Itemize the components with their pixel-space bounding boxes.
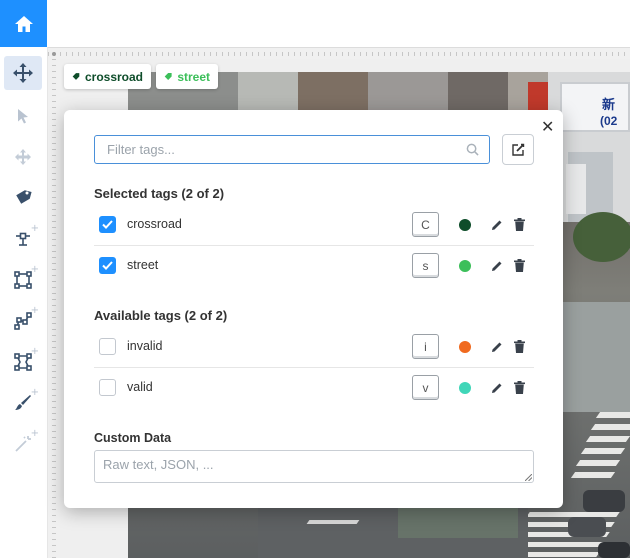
edit-tags-button[interactable]: [502, 134, 534, 165]
selected-tags-heading: Selected tags (2 of 2): [94, 186, 225, 201]
tag-color-swatch[interactable]: [459, 341, 471, 353]
filter-tags-input[interactable]: [105, 136, 469, 163]
editor-toolbar: + + + + + +: [0, 47, 48, 558]
applied-tag-crossroad[interactable]: crossroad: [64, 64, 151, 89]
plus-icon: +: [30, 346, 39, 357]
pan-icon: [15, 149, 31, 165]
tag-color-swatch[interactable]: [459, 260, 471, 272]
tag-name: crossroad: [127, 217, 182, 231]
check-icon: [102, 220, 113, 229]
trash-icon[interactable]: [514, 218, 525, 231]
tag-checkbox[interactable]: [99, 338, 116, 355]
sign-text-1: 新: [602, 98, 616, 113]
available-tags-heading: Available tags (2 of 2): [94, 308, 228, 323]
pencil-icon[interactable]: [491, 382, 503, 394]
point-icon: [16, 232, 30, 246]
sign-text-2: (02: [600, 114, 618, 128]
brush-icon: [15, 395, 31, 410]
plus-icon: +: [30, 264, 39, 275]
tag-checkbox[interactable]: [99, 257, 116, 274]
home-icon: [14, 15, 33, 32]
point-tool-button[interactable]: +: [4, 222, 42, 256]
tag-name: invalid: [127, 339, 163, 353]
tag-hotkey[interactable]: C: [412, 212, 439, 237]
resize-grip-icon[interactable]: [525, 474, 532, 481]
polyline-icon: [14, 312, 32, 330]
move-icon: [13, 63, 33, 83]
brush-tool-button[interactable]: +: [4, 386, 42, 420]
tag-color-swatch[interactable]: [459, 219, 471, 231]
tag-tool-button[interactable]: [4, 181, 42, 215]
tag-checkbox[interactable]: [99, 379, 116, 396]
polygon-icon: [14, 353, 32, 371]
tag-name: street: [127, 258, 159, 272]
trash-icon[interactable]: [514, 259, 525, 272]
vertical-ruler: [48, 59, 60, 558]
selected-tag-row[interactable]: street s: [94, 246, 534, 286]
pencil-icon[interactable]: [491, 219, 503, 231]
tag-icon: [164, 73, 172, 80]
tag-hotkey[interactable]: s: [412, 253, 439, 278]
rectangle-icon: [14, 271, 32, 289]
tag-hotkey[interactable]: i: [412, 334, 439, 359]
plus-icon: +: [30, 387, 39, 398]
pencil-icon[interactable]: [491, 260, 503, 272]
check-icon: [102, 261, 113, 270]
home-button[interactable]: [0, 0, 47, 47]
applied-tag-label: crossroad: [84, 69, 143, 84]
search-icon: [466, 143, 479, 156]
plus-icon: +: [30, 223, 39, 234]
plus-icon: +: [30, 428, 39, 439]
applied-tag-street[interactable]: street: [156, 64, 218, 89]
custom-data-textarea[interactable]: [94, 450, 534, 483]
pointer-icon: [18, 109, 28, 124]
trash-icon[interactable]: [514, 381, 525, 394]
polygon-tool-button[interactable]: +: [4, 345, 42, 379]
edit-square-icon: [512, 143, 525, 156]
select-tool-button[interactable]: [4, 99, 42, 133]
close-icon[interactable]: ✕: [541, 117, 554, 136]
available-tag-row[interactable]: valid v: [94, 368, 534, 408]
plus-icon: +: [30, 305, 39, 316]
tag-color-swatch[interactable]: [459, 382, 471, 394]
trash-icon[interactable]: [514, 340, 525, 353]
tag-icon: [16, 190, 32, 204]
move-tool-button[interactable]: [4, 56, 42, 90]
magic-wand-icon: [15, 436, 31, 452]
rectangle-tool-button[interactable]: +: [4, 263, 42, 297]
tag-filter-field[interactable]: [94, 135, 490, 164]
tag-icon: [72, 73, 80, 80]
magic-wand-tool-button[interactable]: +: [4, 427, 42, 461]
ruler-origin: [52, 52, 56, 56]
tag-checkbox[interactable]: [99, 216, 116, 233]
tag-name: valid: [127, 380, 153, 394]
applied-tag-label: street: [177, 69, 210, 84]
available-tag-row[interactable]: invalid i: [94, 327, 534, 368]
tag-hotkey[interactable]: v: [412, 375, 439, 400]
custom-data-label: Custom Data: [94, 431, 172, 445]
pencil-icon[interactable]: [491, 341, 503, 353]
pan-tool-button[interactable]: [4, 140, 42, 174]
polyline-tool-button[interactable]: +: [4, 304, 42, 338]
selected-tag-row[interactable]: crossroad C: [94, 205, 534, 246]
